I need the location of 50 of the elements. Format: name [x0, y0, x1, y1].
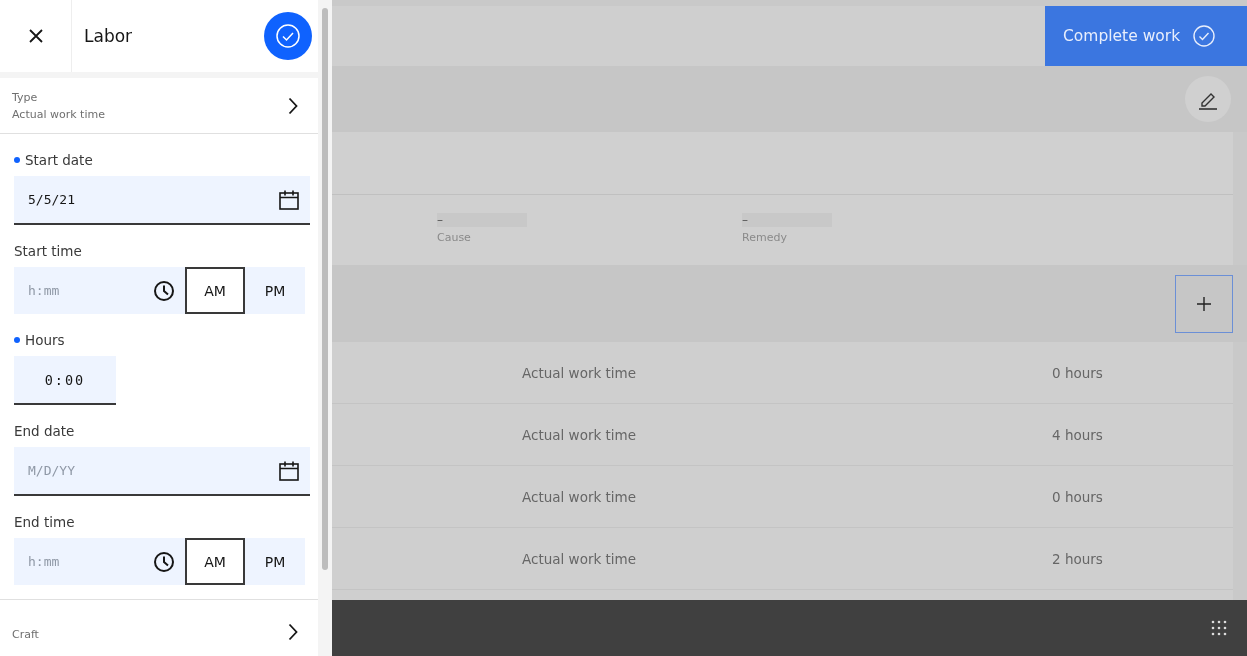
craft-row[interactable]: Craft — [0, 599, 318, 641]
chevron-right-icon — [288, 96, 298, 115]
date-input[interactable]: 5/5/21 — [28, 192, 178, 207]
save-button[interactable] — [264, 12, 312, 60]
labor-hours: 2 hours — [1052, 550, 1103, 567]
checkmark-icon — [1192, 24, 1217, 48]
craft-label: Craft — [12, 628, 39, 641]
date-input[interactable]: M/D/YY — [28, 463, 178, 478]
hours-field[interactable]: 0:00 — [14, 356, 116, 405]
field-label: End date — [14, 423, 75, 439]
edit-button[interactable] — [1185, 76, 1231, 122]
labor-type: Actual work time — [522, 488, 638, 505]
labor-type: Actual work time — [522, 364, 638, 381]
field-caption: Cause — [437, 231, 472, 244]
period-toggle[interactable]: AM — [185, 267, 245, 314]
field-label: End time — [14, 514, 75, 530]
type-label: Type — [12, 90, 39, 104]
labor-hours: 4 hours — [1052, 426, 1103, 443]
field-label: Start date — [25, 152, 93, 168]
date-field[interactable]: 5/5/21 — [14, 176, 310, 225]
labor-type: Actual work time — [522, 550, 638, 567]
field-label: Hours — [25, 332, 65, 348]
field-label: Start time — [14, 243, 82, 259]
close-icon — [27, 28, 44, 44]
type-value: Actual work time — [12, 107, 105, 121]
field-value: – — [742, 213, 832, 227]
labor-hours: 0 hours — [1052, 364, 1103, 381]
period-toggle[interactable]: PM — [245, 267, 305, 314]
time-field[interactable]: h:mm — [14, 267, 185, 314]
time-input[interactable]: h:mm — [28, 283, 128, 298]
labor-type: Actual work time — [522, 426, 638, 443]
clock-icon — [153, 279, 175, 302]
time-field[interactable]: h:mm — [14, 538, 185, 585]
date-field[interactable]: M/D/YY — [14, 447, 310, 496]
panel-title: Labor — [83, 26, 134, 46]
clock-icon — [153, 550, 175, 573]
complete-work-button[interactable]: Complete work — [1045, 6, 1247, 66]
period-toggle[interactable]: PM — [245, 538, 305, 585]
calendar-icon — [278, 188, 300, 211]
hours-input[interactable]: 0:00 — [25, 371, 105, 388]
checkmark-icon — [275, 23, 301, 49]
chevron-right-icon — [288, 623, 298, 641]
plus-icon — [1196, 295, 1212, 312]
calendar-icon — [278, 459, 300, 482]
labor-hours: 0 hours — [1052, 488, 1103, 505]
time-input[interactable]: h:mm — [28, 554, 128, 569]
field-value: – — [437, 213, 527, 227]
grid-icon — [1211, 620, 1227, 636]
field-caption: Remedy — [742, 231, 788, 244]
period-toggle[interactable]: AM — [185, 538, 245, 585]
